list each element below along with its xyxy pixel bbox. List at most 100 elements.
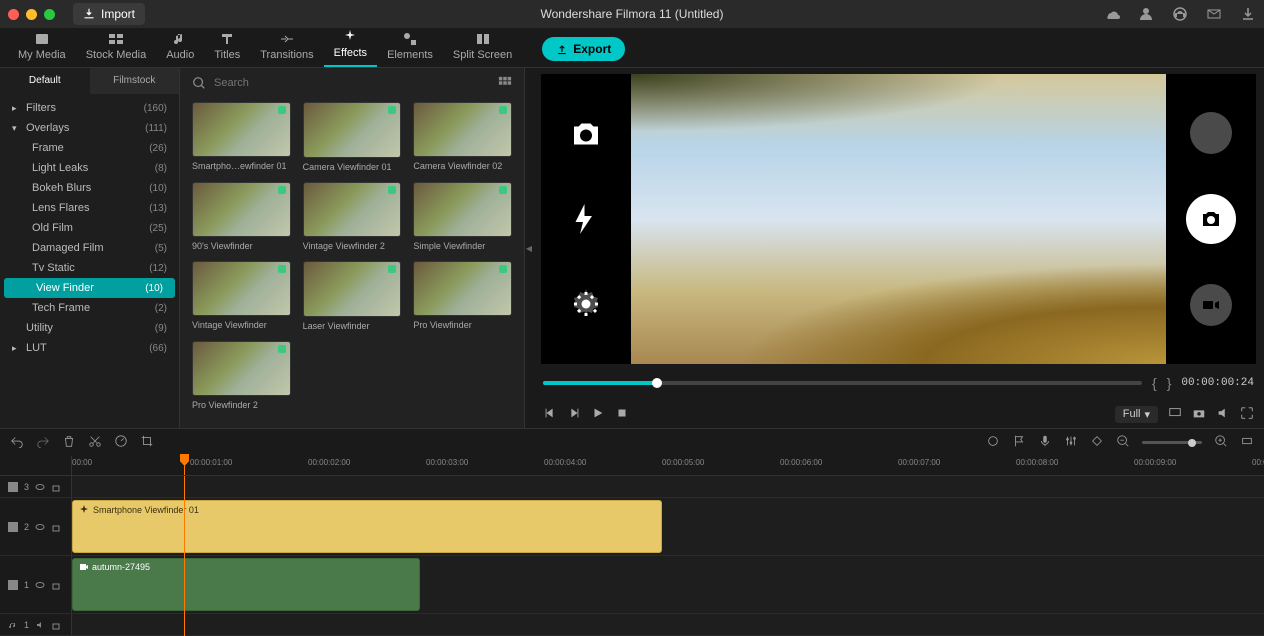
playhead[interactable] — [184, 456, 185, 475]
zoom-in-icon[interactable] — [1214, 434, 1228, 451]
effect-item[interactable]: Vintage Viewfinder 2 — [303, 182, 402, 252]
crop-button[interactable] — [140, 434, 154, 451]
tab-split-screen[interactable]: Split Screen — [443, 27, 522, 67]
eye-icon[interactable] — [35, 522, 45, 532]
import-button[interactable]: Import — [73, 3, 145, 25]
export-button[interactable]: Export — [542, 37, 625, 61]
effect-label: Vintage Viewfinder — [192, 320, 291, 330]
mute-icon[interactable] — [35, 620, 45, 630]
tab-stock-media[interactable]: Stock Media — [76, 27, 157, 67]
zoom-slider[interactable] — [1142, 441, 1202, 444]
effect-item[interactable]: Vintage Viewfinder — [192, 261, 291, 331]
cat-overlays[interactable]: ▾Overlays(111) — [0, 118, 179, 138]
chevron-down-icon: ▾ — [1144, 408, 1150, 421]
keyframe-button[interactable] — [1090, 434, 1104, 451]
lock-icon[interactable] — [51, 580, 61, 590]
flag-button[interactable] — [1012, 434, 1026, 451]
video-clip[interactable]: autumn-27495 — [72, 558, 420, 611]
track-head-1[interactable]: 1 — [0, 556, 72, 613]
tab-effects[interactable]: Effects — [324, 25, 377, 67]
track-head-2[interactable]: 2 — [0, 498, 72, 555]
display-toggle-icon[interactable] — [1168, 406, 1182, 423]
effect-item[interactable]: Pro Viewfinder — [413, 261, 512, 331]
effect-thumb — [303, 261, 402, 317]
playhead-line[interactable] — [184, 476, 185, 636]
tab-my-media[interactable]: My Media — [8, 27, 76, 67]
preview-progress[interactable] — [543, 381, 1142, 385]
cat-damaged-film[interactable]: Damaged Film(5) — [0, 238, 179, 258]
ruler-ticks: 00:00 00:00:01:00 00:00:02:00 00:00:03:0… — [72, 456, 1264, 475]
effect-item[interactable]: Pro Viewfinder 2 — [192, 341, 291, 410]
search-input[interactable] — [214, 77, 490, 89]
panel-collapse-handle[interactable]: ◀ — [525, 68, 533, 428]
cat-tech-frame[interactable]: Tech Frame(2) — [0, 298, 179, 318]
cat-light-leaks[interactable]: Light Leaks(8) — [0, 158, 179, 178]
play-button[interactable] — [591, 406, 605, 423]
cat-lens-flares[interactable]: Lens Flares(13) — [0, 198, 179, 218]
mail-icon[interactable] — [1206, 6, 1222, 22]
prev-frame-button[interactable] — [543, 406, 557, 423]
lock-icon[interactable] — [51, 620, 61, 630]
lock-icon[interactable] — [51, 482, 61, 492]
effect-clip[interactable]: Smartphone Viewfinder 01 — [72, 500, 662, 553]
cat-tv-static[interactable]: Tv Static(12) — [0, 258, 179, 278]
eye-icon[interactable] — [35, 580, 45, 590]
sidebar-tab-filmstock[interactable]: Filmstock — [90, 68, 180, 94]
next-frame-button[interactable] — [567, 406, 581, 423]
support-icon[interactable] — [1172, 6, 1188, 22]
mic-button[interactable] — [1038, 434, 1052, 451]
timeline-ruler[interactable]: 00:00 00:00:01:00 00:00:02:00 00:00:03:0… — [0, 456, 1264, 476]
mark-out-icon[interactable]: } — [1167, 375, 1172, 391]
close-window[interactable] — [8, 9, 19, 20]
grid-view-icon[interactable] — [498, 76, 512, 90]
snapshot-icon[interactable] — [1192, 406, 1206, 423]
tab-audio[interactable]: Audio — [156, 27, 204, 67]
fullscreen-icon[interactable] — [1240, 406, 1254, 423]
mark-in-icon[interactable]: { — [1152, 375, 1157, 391]
effect-item[interactable]: Camera Viewfinder 02 — [413, 102, 512, 172]
cat-bokeh-blurs[interactable]: Bokeh Blurs(10) — [0, 178, 179, 198]
cat-frame[interactable]: Frame(26) — [0, 138, 179, 158]
delete-button[interactable] — [62, 434, 76, 451]
volume-icon[interactable] — [1216, 406, 1230, 423]
maximize-window[interactable] — [44, 9, 55, 20]
track-body[interactable] — [72, 614, 1264, 635]
effect-label: Pro Viewfinder 2 — [192, 400, 291, 410]
zoom-out-icon[interactable] — [1116, 434, 1130, 451]
effect-item[interactable]: Simple Viewfinder — [413, 182, 512, 252]
tab-transitions[interactable]: Transitions — [250, 27, 323, 67]
redo-button[interactable] — [36, 434, 50, 451]
stop-button[interactable] — [615, 406, 629, 423]
resolution-select[interactable]: Full▾ — [1115, 406, 1158, 423]
lock-icon[interactable] — [51, 522, 61, 532]
marker-button[interactable] — [986, 434, 1000, 451]
tab-titles[interactable]: Titles — [204, 27, 250, 67]
speed-button[interactable] — [114, 434, 128, 451]
effect-item[interactable]: 90's Viewfinder — [192, 182, 291, 252]
tab-elements[interactable]: Elements — [377, 27, 443, 67]
account-icon[interactable] — [1138, 6, 1154, 22]
track-body[interactable]: autumn-27495 — [72, 556, 1264, 613]
minimize-window[interactable] — [26, 9, 37, 20]
mixer-button[interactable] — [1064, 434, 1078, 451]
preview-viewport[interactable] — [541, 74, 1256, 364]
effect-item[interactable]: Smartpho…ewfinder 01 — [192, 102, 291, 172]
track-head-3[interactable]: 3 — [0, 476, 72, 497]
effect-item[interactable]: Laser Viewfinder — [303, 261, 402, 331]
cat-lut[interactable]: ▸LUT(66) — [0, 338, 179, 358]
cat-view-finder[interactable]: View Finder(10) — [4, 278, 175, 298]
cloud-icon[interactable] — [1104, 6, 1120, 22]
cut-button[interactable] — [88, 434, 102, 451]
sidebar-tab-default[interactable]: Default — [0, 68, 90, 94]
zoom-fit-icon[interactable] — [1240, 434, 1254, 451]
cat-filters[interactable]: ▸Filters(160) — [0, 98, 179, 118]
cat-utility[interactable]: Utility(9) — [0, 318, 179, 338]
download-icon[interactable] — [1240, 6, 1256, 22]
track-body[interactable]: Smartphone Viewfinder 01 — [72, 498, 1264, 555]
cat-old-film[interactable]: Old Film(25) — [0, 218, 179, 238]
eye-icon[interactable] — [35, 482, 45, 492]
track-body[interactable] — [72, 476, 1264, 497]
effect-item[interactable]: Camera Viewfinder 01 — [303, 102, 402, 172]
track-head-a1[interactable]: 1 — [0, 614, 72, 635]
undo-button[interactable] — [10, 434, 24, 451]
